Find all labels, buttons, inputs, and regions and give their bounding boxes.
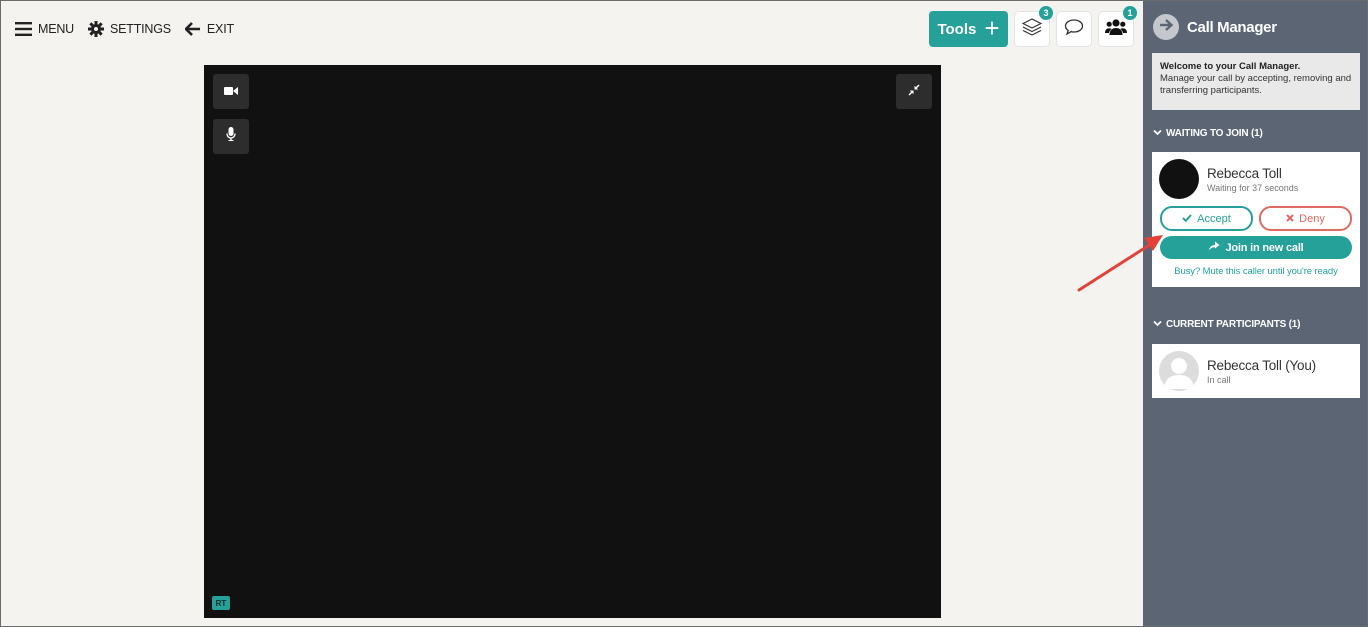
join-new-call-label: Join in new call bbox=[1225, 241, 1304, 254]
checkmark-icon bbox=[1182, 213, 1192, 225]
participants-section-label: CURRENT PARTICIPANTS (1) bbox=[1166, 319, 1301, 330]
chat-bubble-icon bbox=[1064, 18, 1084, 41]
microphone-toggle-button[interactable] bbox=[213, 119, 249, 154]
top-nav: MENU SETTINGS EXIT bbox=[15, 18, 234, 40]
waiting-caller-card: Rebecca Toll Waiting for 37 seconds Acce… bbox=[1152, 152, 1360, 287]
layers-button[interactable]: 3 bbox=[1014, 6, 1053, 47]
arrow-left-icon bbox=[184, 22, 201, 36]
collapse-panel-button[interactable] bbox=[1153, 14, 1179, 40]
deny-label: Deny bbox=[1299, 212, 1325, 225]
chat-button[interactable] bbox=[1056, 11, 1092, 47]
layers-badge: 3 bbox=[1039, 6, 1053, 20]
call-manager-title: Call Manager bbox=[1187, 18, 1277, 36]
call-manager-header: Call Manager bbox=[1153, 14, 1277, 40]
gear-icon bbox=[88, 21, 105, 37]
plus-icon: + bbox=[984, 12, 1000, 43]
participants-badge: 1 bbox=[1123, 6, 1137, 20]
waiting-caller: Rebecca Toll Waiting for 37 seconds bbox=[1152, 152, 1360, 206]
waiting-section-label: WAITING TO JOIN (1) bbox=[1166, 128, 1263, 139]
hamburger-icon bbox=[15, 22, 32, 36]
share-arrow-icon bbox=[1208, 241, 1220, 254]
camera-toggle-button[interactable] bbox=[213, 74, 249, 109]
deny-button[interactable]: Deny bbox=[1259, 206, 1352, 231]
menu-label: MENU bbox=[38, 22, 75, 36]
participant-status: In call bbox=[1207, 374, 1231, 385]
participants-section-header[interactable]: CURRENT PARTICIPANTS (1) bbox=[1153, 319, 1300, 330]
chevron-down-icon bbox=[1153, 128, 1162, 139]
participant-card: Rebecca Toll (You) In call bbox=[1152, 344, 1360, 398]
arrow-right-icon bbox=[1159, 18, 1174, 36]
users-icon bbox=[1105, 18, 1127, 41]
accept-label: Accept bbox=[1197, 212, 1231, 225]
participants-button[interactable]: 1 bbox=[1098, 6, 1137, 47]
exit-label: EXIT bbox=[206, 22, 234, 36]
settings-label: SETTINGS bbox=[110, 22, 171, 36]
avatar bbox=[1159, 159, 1199, 199]
minimize-video-button[interactable] bbox=[896, 74, 932, 109]
waiting-caller-status: Waiting for 37 seconds bbox=[1207, 182, 1299, 193]
mute-caller-link[interactable]: Busy? Mute this caller until you're read… bbox=[1152, 266, 1360, 287]
video-stage: RT bbox=[204, 65, 941, 618]
initials-tag: RT bbox=[212, 596, 230, 610]
app-window: MENU SETTINGS EXIT Tools + 3 1 RT Call M… bbox=[0, 0, 1368, 627]
accept-button[interactable]: Accept bbox=[1160, 206, 1253, 231]
close-icon bbox=[1286, 213, 1294, 225]
tools-label: Tools bbox=[937, 20, 977, 38]
avatar-placeholder-icon bbox=[1159, 351, 1199, 391]
compress-icon bbox=[908, 83, 920, 101]
layers-icon bbox=[1021, 17, 1043, 41]
menu-button[interactable]: MENU bbox=[15, 22, 74, 36]
join-new-call-button[interactable]: Join in new call bbox=[1160, 236, 1352, 259]
participant: Rebecca Toll (You) In call bbox=[1152, 344, 1360, 398]
call-manager-panel: Call Manager Welcome to your Call Manage… bbox=[1143, 1, 1367, 626]
waiting-section-header[interactable]: WAITING TO JOIN (1) bbox=[1153, 128, 1263, 139]
chevron-down-icon bbox=[1153, 319, 1162, 330]
waiting-caller-name: Rebecca Toll bbox=[1207, 165, 1282, 181]
exit-button[interactable]: EXIT bbox=[184, 22, 234, 36]
welcome-text: Manage your call by accepting, removing … bbox=[1160, 73, 1352, 96]
participant-name: Rebecca Toll (You) bbox=[1207, 357, 1316, 373]
tools-button[interactable]: Tools + bbox=[929, 11, 1008, 47]
settings-button[interactable]: SETTINGS bbox=[88, 21, 171, 37]
welcome-box: Welcome to your Call Manager. Manage you… bbox=[1152, 53, 1360, 110]
video-camera-icon bbox=[224, 83, 238, 101]
microphone-icon bbox=[226, 127, 236, 146]
welcome-title: Welcome to your Call Manager. bbox=[1160, 61, 1301, 72]
